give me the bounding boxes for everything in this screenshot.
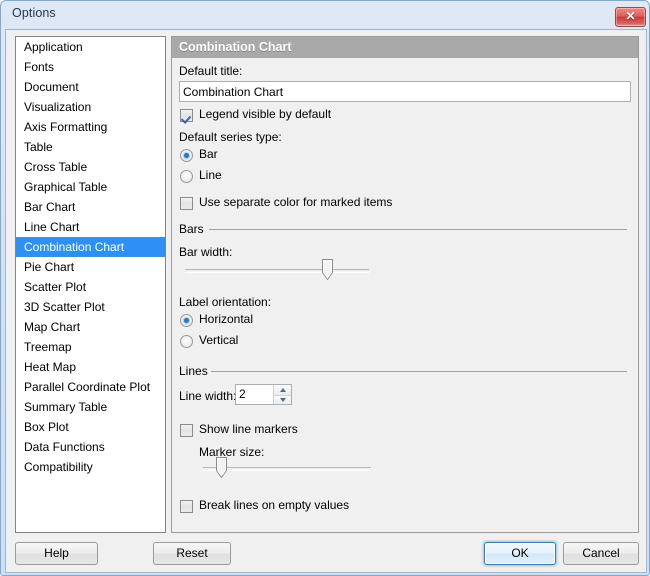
label-orientation-horizontal-label: Horizontal bbox=[199, 312, 254, 326]
legend-visible-label: Legend visible by default bbox=[199, 107, 332, 121]
category-list[interactable]: Application Fonts Document Visualization Axi… bbox=[15, 36, 166, 533]
sidebar-item-fonts[interactable]: Fonts bbox=[16, 57, 165, 77]
line-width-label: Line width: bbox=[179, 389, 237, 403]
marker-size-slider-track[interactable] bbox=[203, 467, 371, 471]
sidebar-item-bar-chart[interactable]: Bar Chart bbox=[16, 197, 165, 217]
sidebar-item-combination-chart[interactable]: Combination Chart bbox=[16, 237, 165, 257]
marker-size-label: Marker size: bbox=[199, 445, 265, 459]
line-width-increment-button[interactable] bbox=[274, 385, 291, 395]
sidebar-item-document[interactable]: Document bbox=[16, 77, 165, 97]
sidebar-item-axis-formatting[interactable]: Axis Formatting bbox=[16, 117, 165, 137]
sidebar-item-line-chart[interactable]: Line Chart bbox=[16, 217, 165, 237]
sidebar-item-cross-table[interactable]: Cross Table bbox=[16, 157, 165, 177]
sidebar-item-map-chart[interactable]: Map Chart bbox=[16, 317, 165, 337]
bars-group-title: Bars bbox=[179, 222, 204, 236]
chevron-down-icon bbox=[279, 397, 286, 402]
bar-width-slider-thumb[interactable] bbox=[321, 259, 333, 280]
marker-size-slider-thumb[interactable] bbox=[215, 457, 227, 478]
default-title-input[interactable] bbox=[179, 81, 631, 102]
line-width-decrement-button[interactable] bbox=[274, 394, 291, 404]
sidebar-item-heat-map[interactable]: Heat Map bbox=[16, 357, 165, 377]
sidebar-item-data-functions[interactable]: Data Functions bbox=[16, 437, 165, 457]
close-icon[interactable]: ✕ bbox=[615, 7, 646, 27]
bar-width-slider-track[interactable] bbox=[185, 269, 369, 273]
default-title-label: Default title: bbox=[179, 64, 243, 78]
default-series-type-label: Default series type: bbox=[179, 130, 282, 144]
sidebar-item-application[interactable]: Application bbox=[16, 37, 165, 57]
bars-group-separator bbox=[209, 229, 627, 230]
bar-width-label: Bar width: bbox=[179, 245, 233, 259]
series-type-bar-radio[interactable] bbox=[180, 149, 193, 162]
line-width-spinner[interactable]: 2 bbox=[235, 384, 292, 405]
sidebar-item-visualization[interactable]: Visualization bbox=[16, 97, 165, 117]
close-glyph: ✕ bbox=[625, 9, 636, 23]
show-line-markers-label: Show line markers bbox=[199, 422, 298, 436]
separate-color-marked-checkbox[interactable] bbox=[180, 197, 193, 210]
title-bar: Options ✕ bbox=[1, 1, 649, 29]
sidebar-item-scatter-plot[interactable]: Scatter Plot bbox=[16, 277, 165, 297]
cancel-button[interactable]: Cancel bbox=[563, 542, 639, 565]
lines-group-title: Lines bbox=[179, 364, 208, 378]
ok-button[interactable]: OK bbox=[484, 542, 556, 565]
sidebar-item-table[interactable]: Table bbox=[16, 137, 165, 157]
line-width-spinner-buttons bbox=[273, 385, 291, 404]
sidebar-item-parallel-coordinate-plot[interactable]: Parallel Coordinate Plot bbox=[16, 377, 165, 397]
label-orientation-vertical-radio[interactable] bbox=[180, 335, 193, 348]
sidebar-item-compatibility[interactable]: Compatibility bbox=[16, 457, 165, 477]
sidebar-item-treemap[interactable]: Treemap bbox=[16, 337, 165, 357]
sidebar-item-3d-scatter-plot[interactable]: 3D Scatter Plot bbox=[16, 297, 165, 317]
sidebar-item-box-plot[interactable]: Box Plot bbox=[16, 417, 165, 437]
label-orientation-horizontal-radio[interactable] bbox=[180, 314, 193, 327]
legend-visible-checkbox[interactable] bbox=[180, 109, 193, 122]
label-orientation-label: Label orientation: bbox=[179, 295, 272, 309]
sidebar-item-pie-chart[interactable]: Pie Chart bbox=[16, 257, 165, 277]
show-line-markers-checkbox[interactable] bbox=[180, 424, 193, 437]
options-dialog-window: Options ✕ Application Fonts Document Visual… bbox=[0, 0, 650, 576]
window-title: Options bbox=[12, 6, 56, 20]
line-width-value: 2 bbox=[239, 387, 246, 401]
settings-panel: Combination Chart Default title: Legend … bbox=[171, 36, 639, 533]
label-orientation-vertical-label: Vertical bbox=[199, 333, 239, 347]
reset-button[interactable]: Reset bbox=[153, 542, 231, 565]
panel-title: Combination Chart bbox=[172, 37, 638, 58]
series-type-bar-label: Bar bbox=[199, 147, 218, 161]
chevron-up-icon bbox=[279, 387, 286, 392]
sidebar-item-summary-table[interactable]: Summary Table bbox=[16, 397, 165, 417]
sidebar-item-graphical-table[interactable]: Graphical Table bbox=[16, 177, 165, 197]
series-type-line-radio[interactable] bbox=[180, 170, 193, 183]
separate-color-marked-label: Use separate color for marked items bbox=[199, 195, 393, 209]
panel-body: Default title: Legend visible by default… bbox=[172, 58, 638, 532]
dialog-client-area: Application Fonts Document Visualization Axi… bbox=[5, 29, 647, 573]
help-button[interactable]: Help bbox=[15, 542, 98, 565]
lines-group-separator bbox=[211, 371, 627, 372]
break-lines-checkbox[interactable] bbox=[180, 500, 193, 513]
series-type-line-label: Line bbox=[199, 168, 222, 182]
break-lines-label: Break lines on empty values bbox=[199, 498, 350, 512]
